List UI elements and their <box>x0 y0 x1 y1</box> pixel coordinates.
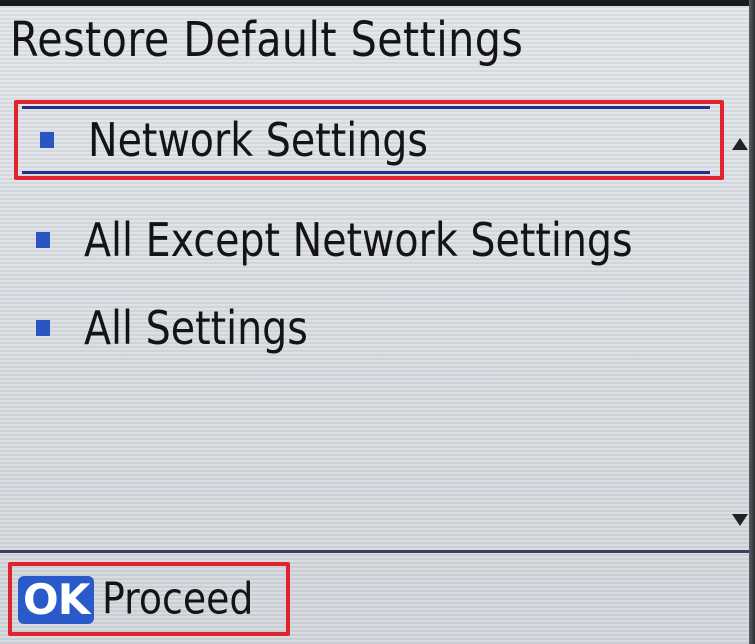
square-bullet-icon <box>36 320 50 336</box>
menu-item-label: Network Settings <box>88 113 429 167</box>
menu-item-label: All Settings <box>84 301 308 355</box>
footer-divider <box>0 550 749 553</box>
menu-item-label: All Except Network Settings <box>84 213 633 267</box>
menu-item-network-settings[interactable]: Network Settings <box>14 100 724 180</box>
menu-item-all-settings[interactable]: All Settings <box>14 288 724 368</box>
square-bullet-icon <box>36 232 50 248</box>
menu-item-all-except-network-settings[interactable]: All Except Network Settings <box>14 200 724 280</box>
ok-badge: OK <box>18 576 95 624</box>
scroll-down-icon[interactable] <box>732 514 748 526</box>
lcd-screen: Restore Default Settings Network Setting… <box>0 0 755 644</box>
page-title: Restore Default Settings <box>10 12 524 68</box>
square-bullet-icon <box>40 132 54 148</box>
proceed-label: Proceed <box>102 573 254 625</box>
bezel-top <box>0 0 755 6</box>
ok-proceed-button[interactable]: OK Proceed <box>8 562 290 636</box>
scroll-up-icon[interactable] <box>732 138 748 150</box>
bezel-right <box>749 0 755 644</box>
